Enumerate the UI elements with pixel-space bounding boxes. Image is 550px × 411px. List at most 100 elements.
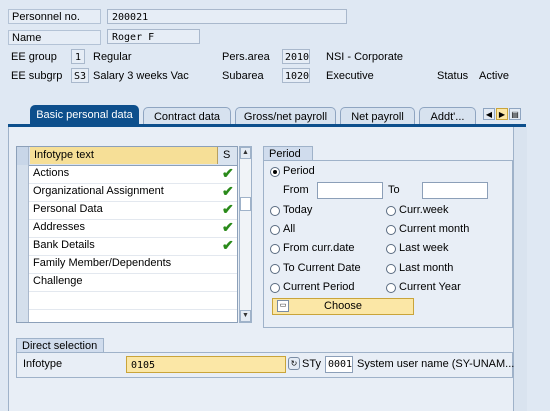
header-infotype-text[interactable]: Infotype text	[30, 147, 218, 164]
ee-subgrp-label: EE subgrp	[11, 70, 63, 82]
from-label: From	[283, 184, 309, 196]
radio-curr-week[interactable]	[386, 206, 396, 216]
name-field[interactable]: Roger F	[107, 29, 200, 44]
radio-period[interactable]	[270, 167, 280, 177]
radio-last-month-label: Last month	[399, 262, 454, 274]
check-icon: ✔	[222, 201, 234, 217]
ee-subgrp-code[interactable]: S3	[71, 68, 89, 83]
radio-to-current-date[interactable]	[270, 264, 280, 274]
check-icon: ✔	[222, 165, 234, 181]
tab-list-icon[interactable]: ▤	[509, 108, 521, 120]
infotype-text: Organizational Assignment	[33, 185, 164, 197]
infotype-input[interactable]: 0105	[126, 356, 286, 373]
tab-basic-personal-data[interactable]: Basic personal data	[30, 105, 139, 126]
direct-selection-title: Direct selection	[16, 338, 104, 353]
sty-text: System user name (SY-UNAM...	[357, 358, 515, 370]
name-label: Name	[8, 30, 101, 45]
to-date-input[interactable]	[422, 182, 488, 199]
status-label: Status	[437, 70, 469, 82]
table-header: Infotype text S	[17, 147, 237, 166]
row-selector[interactable]	[17, 183, 29, 201]
radio-current-period[interactable]	[270, 283, 280, 293]
ee-group-label: EE group	[11, 51, 57, 63]
select-all-cell[interactable]	[17, 147, 29, 165]
ee-group-code[interactable]: 1	[71, 49, 85, 64]
ee-subgrp-text: Salary 3 weeks Vac	[93, 70, 189, 82]
table-row[interactable]: Personal Data ✔	[17, 201, 237, 220]
panel-right-scrollbar[interactable]	[513, 127, 527, 411]
radio-last-week-label: Last week	[399, 242, 449, 254]
table-row[interactable]: Family Member/Dependents	[17, 255, 237, 274]
choose-label: Choose	[324, 300, 362, 312]
radio-last-week[interactable]	[386, 244, 396, 254]
row-selector[interactable]	[17, 291, 29, 309]
infotype-text: Personal Data	[33, 203, 103, 215]
check-icon: ✔	[222, 219, 234, 235]
check-icon: ✔	[222, 237, 234, 253]
table-row[interactable]: Organizational Assignment ✔	[17, 183, 237, 202]
radio-current-month[interactable]	[386, 225, 396, 235]
ee-group-text: Regular	[93, 51, 132, 63]
infotype-text: Challenge	[33, 275, 83, 287]
personnel-no-field[interactable]: 200021	[107, 9, 347, 24]
infotype-text: Actions	[33, 167, 70, 179]
table-row[interactable]: Addresses ✔	[17, 219, 237, 238]
check-icon: ✔	[222, 183, 234, 199]
radio-current-month-label: Current month	[399, 223, 470, 235]
period-group-title: Period	[263, 146, 313, 161]
choose-button[interactable]: ▭ Choose	[272, 298, 414, 315]
search-help-icon[interactable]: ↻	[288, 357, 300, 370]
radio-all[interactable]	[270, 225, 280, 235]
subarea-text: Executive	[326, 70, 374, 82]
radio-last-month[interactable]	[386, 264, 396, 274]
sty-label: STy	[302, 358, 321, 370]
row-selector[interactable]	[17, 309, 29, 322]
infotype-text: Addresses	[33, 221, 85, 233]
radio-all-label: All	[283, 223, 296, 235]
row-selector[interactable]	[17, 165, 29, 183]
table-row[interactable]: Bank Details ✔	[17, 237, 237, 256]
table-row[interactable]: Challenge	[17, 273, 237, 292]
radio-period-label: Period	[283, 165, 315, 177]
radio-today[interactable]	[270, 206, 280, 216]
header-status-col[interactable]: S	[220, 147, 235, 164]
infotype-text: Bank Details	[33, 239, 95, 251]
from-date-input[interactable]	[317, 182, 383, 199]
radio-current-year-label: Current Year	[399, 281, 461, 293]
row-selector[interactable]	[17, 237, 29, 255]
table-row[interactable]: Actions ✔	[17, 165, 237, 184]
radio-current-year[interactable]	[386, 283, 396, 293]
row-selector[interactable]	[17, 201, 29, 219]
radio-today-label: Today	[283, 204, 313, 216]
pers-area-label: Pers.area	[222, 51, 270, 63]
personnel-no-label: Personnel no.	[8, 9, 101, 24]
infotype-label: Infotype	[23, 358, 63, 370]
pers-area-text: NSI - Corporate	[326, 51, 404, 63]
scroll-down-icon[interactable]: ▼	[240, 310, 251, 322]
table-scrollbar[interactable]: ▲ ▼	[239, 146, 252, 323]
radio-from-curr-date[interactable]	[270, 244, 280, 254]
status-text: Active	[479, 70, 509, 82]
subarea-label: Subarea	[222, 70, 264, 82]
infotype-text: Family Member/Dependents	[33, 257, 172, 269]
tab-scroll-right-icon[interactable]: ▶	[496, 108, 508, 120]
sty-input[interactable]: 0001	[325, 356, 353, 373]
tab-strip: Basic personal data Contract data Gross/…	[0, 103, 550, 126]
choose-icon: ▭	[277, 300, 289, 312]
pers-area-code[interactable]: 2010	[282, 49, 310, 64]
row-selector[interactable]	[17, 273, 29, 291]
subarea-code[interactable]: 1020	[282, 68, 310, 83]
infotype-table: Infotype text S Actions ✔ Organizational …	[16, 146, 238, 323]
table-row[interactable]	[17, 309, 237, 322]
row-selector[interactable]	[17, 255, 29, 273]
tab-scroll-left-icon[interactable]: ◀	[483, 108, 495, 120]
scroll-thumb[interactable]	[240, 197, 251, 211]
row-selector[interactable]	[17, 219, 29, 237]
radio-from-curr-date-label: From curr.date	[283, 242, 355, 254]
radio-curr-week-label: Curr.week	[399, 204, 449, 216]
radio-current-period-label: Current Period	[283, 281, 355, 293]
scroll-up-icon[interactable]: ▲	[240, 147, 251, 159]
radio-to-current-date-label: To Current Date	[283, 262, 361, 274]
to-label: To	[388, 184, 400, 196]
table-row[interactable]	[17, 291, 237, 310]
